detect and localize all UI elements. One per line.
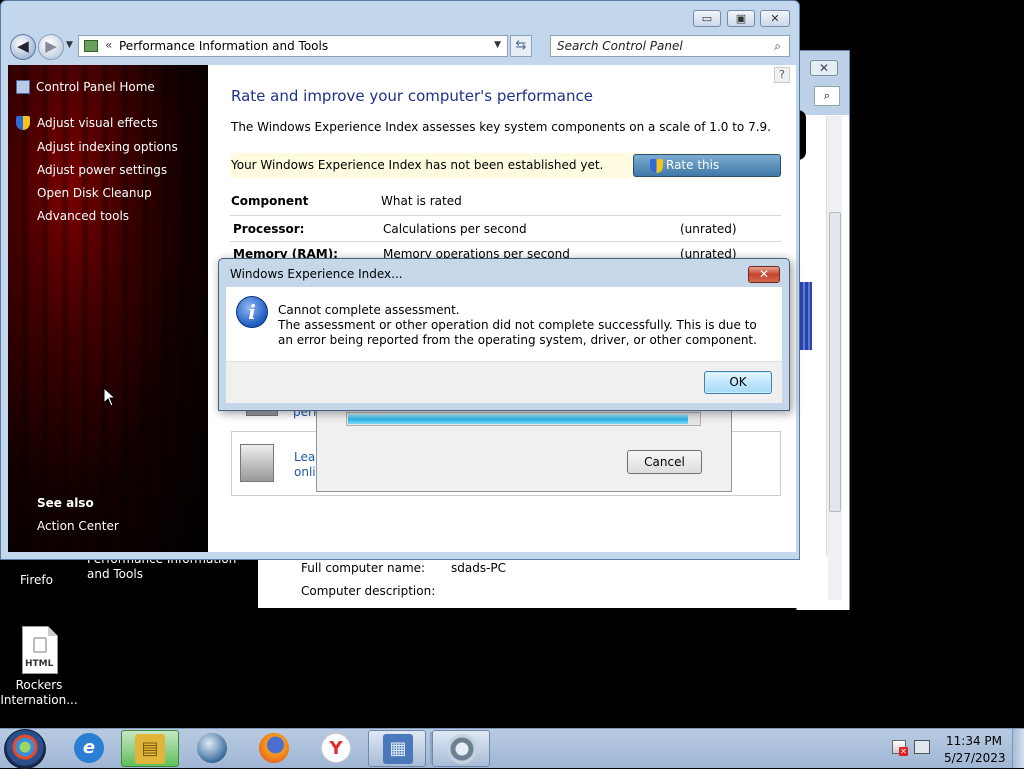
taskbar-yandex[interactable]: Y (307, 730, 365, 767)
information-icon: i (236, 296, 268, 328)
ok-button[interactable]: OK (704, 371, 772, 394)
sidebar-item-adjust-power-settings[interactable]: Adjust power settings (37, 163, 167, 177)
desktop-icon-rockers-label[interactable]: Rockers Internation... (0, 678, 78, 708)
online-tips-icon (240, 444, 274, 482)
sidebar-item-adjust-indexing-options[interactable]: Adjust indexing options (37, 140, 178, 154)
yandex-icon: Y (321, 733, 351, 763)
breadcrumb[interactable]: Performance Information and Tools (119, 39, 328, 53)
forward-button[interactable]: ▶ (38, 34, 64, 60)
uac-shield-icon (16, 116, 30, 130)
wei-status-message: Your Windows Experience Index has not be… (231, 158, 604, 172)
desktop-icon-firefox-label[interactable]: Firefo (20, 573, 53, 588)
assessment-progress-bar (346, 412, 701, 426)
control-panel-home-icon (16, 80, 30, 94)
back-window-scrollbar[interactable] (826, 116, 842, 600)
address-bar[interactable]: « Performance Information and Tools ▼ (78, 35, 508, 57)
rate-button-label: Rate this computer (666, 158, 724, 193)
clock-date[interactable]: 5/27/2023 (944, 751, 1006, 765)
error-dialog-close-button[interactable]: ✕ (748, 266, 780, 283)
column-header-what-is-rated: What is rated (381, 194, 462, 208)
column-header-component: Component (231, 194, 309, 208)
back-window-search-icon[interactable]: ⌕ (814, 86, 840, 106)
firefox-icon: ◉ (259, 733, 289, 763)
refresh-button[interactable]: ⇆ (510, 35, 532, 57)
help-icon[interactable]: ? (774, 67, 790, 83)
clock-time[interactable]: 11:34 PM (944, 734, 1004, 748)
sidebar-item-adjust-visual-effects[interactable]: Adjust visual effects (37, 116, 158, 130)
taskbar-performance-tools[interactable]: ▦ (368, 730, 426, 767)
search-icon[interactable]: ⌕ (774, 39, 781, 54)
rate-this-computer-button[interactable]: Rate this computer (633, 154, 781, 193)
sidebar-item-control-panel-home[interactable]: Control Panel Home (36, 80, 155, 94)
table-row-processor-score: (unrated) (680, 222, 737, 236)
network-tray-icon[interactable] (914, 740, 930, 754)
address-dropdown-icon[interactable]: ▼ (494, 40, 501, 50)
back-button[interactable]: ◀ (10, 34, 36, 60)
back-window-close-button[interactable]: ✕ (810, 60, 838, 76)
table-row-processor-component: Processor: (233, 222, 305, 236)
back-window-rating-graphic (800, 282, 812, 350)
table-divider (230, 241, 781, 242)
action-center-flag-icon[interactable]: ✕ (892, 740, 908, 756)
error-dialog-title: Windows Experience Index... (230, 267, 403, 281)
recent-pages-chevron-icon[interactable]: ▼ (66, 40, 73, 50)
breadcrumb-chevron-icon[interactable]: « (105, 38, 112, 52)
cancel-button[interactable]: Cancel (627, 450, 702, 474)
sidebar-item-advanced-tools[interactable]: Advanced tools (37, 209, 129, 223)
html-file-icon[interactable]: HTML (22, 626, 58, 674)
uac-shield-icon (650, 159, 663, 173)
page-title: Rate and improve your computer's perform… (231, 87, 593, 105)
table-row-processor-rated: Calculations per second (383, 222, 527, 236)
error-message: The assessment or other operation did no… (278, 318, 757, 347)
page-description: The Windows Experience Index assesses ke… (231, 120, 771, 134)
html-badge: HTML (25, 659, 54, 669)
start-button[interactable] (4, 729, 46, 769)
back-window-content: Full computer name: sdads-PC Computer de… (258, 556, 828, 608)
taskbar-network[interactable]: ● (183, 730, 241, 767)
show-desktop-button[interactable] (1012, 729, 1024, 768)
full-computer-name-value: sdads-PC (451, 561, 507, 575)
minimize-button[interactable]: ▭ (693, 10, 721, 27)
table-divider (230, 215, 781, 216)
tip-link-learn-online-line2[interactable]: onli (294, 465, 316, 479)
error-dialog-footer (226, 361, 782, 403)
globe-icon: ● (197, 733, 227, 763)
taskbar-busy-process[interactable]: ◌ (432, 730, 490, 767)
full-computer-name-label: Full computer name: (301, 561, 426, 575)
close-button[interactable]: ✕ (760, 10, 790, 27)
control-panel-icon (84, 40, 98, 52)
search-box[interactable]: ⌕ (550, 35, 790, 57)
sidebar-item-open-disk-cleanup[interactable]: Open Disk Cleanup (37, 186, 152, 200)
computer-description-label: Computer description: (301, 584, 436, 598)
error-heading: Cannot complete assessment. (278, 303, 460, 317)
taskbar-internet-explorer[interactable]: e (60, 730, 118, 767)
folder-icon: ▤ (135, 734, 165, 764)
internet-explorer-icon: e (74, 733, 104, 763)
sidebar: Control Panel Home Adjust visual effects… (8, 65, 208, 552)
performance-tools-icon: ▦ (383, 734, 413, 764)
mouse-pointer-icon (103, 387, 117, 407)
taskbar-firefox[interactable]: ◉ (245, 730, 303, 767)
taskbar-windows-explorer[interactable]: ▤ (121, 730, 179, 767)
sidebar-item-action-center[interactable]: Action Center (37, 519, 119, 533)
maximize-button[interactable]: ▣ (727, 10, 755, 27)
search-input[interactable] (551, 36, 761, 56)
busy-process-icon: ◌ (447, 734, 477, 764)
see-also-heading: See also (37, 496, 94, 510)
